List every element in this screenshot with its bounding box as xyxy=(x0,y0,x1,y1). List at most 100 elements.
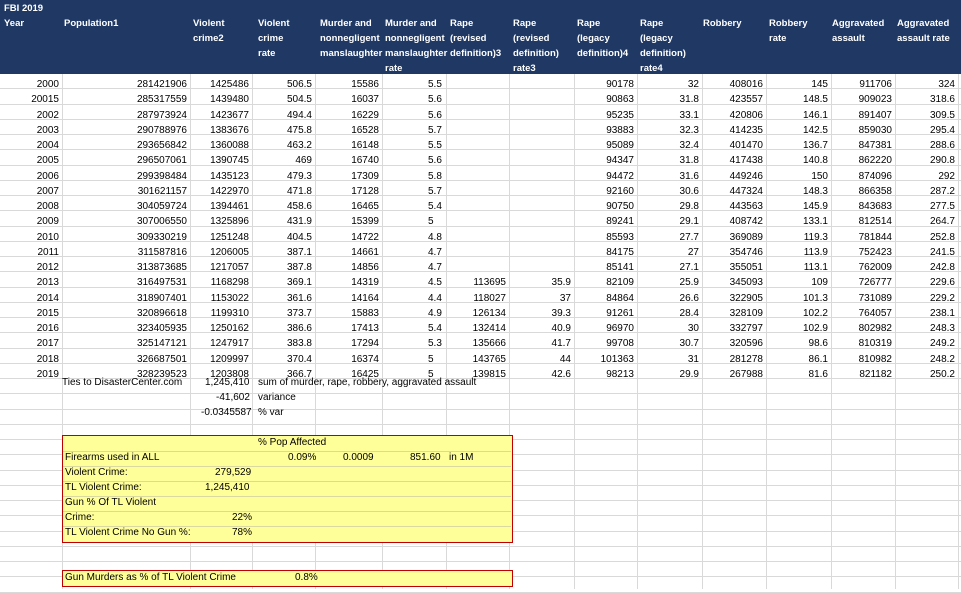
table-cell[interactable]: 479.3 xyxy=(287,169,312,185)
table-cell[interactable]: 318.6 xyxy=(930,92,955,108)
table-cell[interactable]: 731089 xyxy=(859,291,892,307)
table-cell[interactable]: 14661 xyxy=(351,245,379,261)
table-cell[interactable]: 126134 xyxy=(473,306,506,322)
table-cell[interactable]: 35.9 xyxy=(552,275,571,291)
table-cell[interactable]: 16465 xyxy=(351,199,379,215)
table-cell[interactable]: 891407 xyxy=(859,108,892,124)
table-cell[interactable]: 810982 xyxy=(859,352,892,368)
table-cell[interactable]: 4.7 xyxy=(428,245,442,261)
table-cell[interactable]: 285317559 xyxy=(137,92,187,108)
table-cell[interactable]: 2014 xyxy=(37,291,59,307)
table-cell[interactable]: 909023 xyxy=(859,92,892,108)
pop-affected-label[interactable]: % Pop Affected xyxy=(258,437,326,448)
table-cell[interactable]: 296507061 xyxy=(137,153,187,169)
table-cell[interactable]: 5 xyxy=(428,352,434,368)
table-cell[interactable]: 2011 xyxy=(37,245,59,261)
variance-value[interactable]: -41,602 xyxy=(216,392,250,403)
column-header[interactable]: Murder and nonnegligent manslaughter xyxy=(320,16,382,61)
table-cell[interactable]: 4.5 xyxy=(428,275,442,291)
table-cell[interactable]: 31.8 xyxy=(680,153,699,169)
table-cell[interactable]: 1435123 xyxy=(210,169,249,185)
table-cell[interactable]: 458.6 xyxy=(287,199,312,215)
table-cell[interactable]: 16229 xyxy=(351,108,379,124)
table-cell[interactable]: 40.9 xyxy=(552,321,571,337)
table-cell[interactable]: 118027 xyxy=(473,291,506,307)
table-cell[interactable]: 781844 xyxy=(859,230,892,246)
table-cell[interactable]: 290788976 xyxy=(137,123,187,139)
table-cell[interactable]: 229.6 xyxy=(930,275,955,291)
table-cell[interactable]: 16148 xyxy=(351,138,379,154)
pct-pop-value[interactable]: 0.09% xyxy=(288,452,316,463)
table-cell[interactable]: 1247917 xyxy=(210,336,249,352)
table-cell[interactable]: 295.4 xyxy=(930,123,955,139)
table-cell[interactable]: 309.5 xyxy=(930,108,955,124)
table-cell[interactable]: 267988 xyxy=(730,367,763,383)
table-cell[interactable]: 16374 xyxy=(351,352,379,368)
table-cell[interactable]: 14722 xyxy=(351,230,379,246)
table-cell[interactable]: 2016 xyxy=(37,321,59,337)
table-cell[interactable]: 145 xyxy=(811,77,828,93)
table-cell[interactable]: 2000 xyxy=(37,77,59,93)
table-cell[interactable]: 148.5 xyxy=(803,92,828,108)
table-cell[interactable]: 150 xyxy=(811,169,828,185)
table-cell[interactable]: 17294 xyxy=(351,336,379,352)
table-cell[interactable]: 316497531 xyxy=(137,275,187,291)
table-cell[interactable]: 229.2 xyxy=(930,291,955,307)
table-cell[interactable]: 1325896 xyxy=(210,214,249,230)
table-cell[interactable]: 475.8 xyxy=(287,123,312,139)
table-cell[interactable]: 847381 xyxy=(859,138,892,154)
table-cell[interactable]: 2017 xyxy=(37,336,59,352)
table-cell[interactable]: 16528 xyxy=(351,123,379,139)
table-cell[interactable]: 320596 xyxy=(730,336,763,352)
table-cell[interactable]: 299398484 xyxy=(137,169,187,185)
table-cell[interactable]: 504.5 xyxy=(287,92,312,108)
column-header[interactable]: Aggravated assault xyxy=(832,16,884,46)
table-cell[interactable]: 414235 xyxy=(730,123,763,139)
table-cell[interactable]: 1153022 xyxy=(211,291,249,307)
table-cell[interactable]: 301621157 xyxy=(138,184,187,200)
table-cell[interactable]: 133.1 xyxy=(803,214,828,230)
table-cell[interactable]: 2005 xyxy=(37,153,59,169)
table-cell[interactable]: 101363 xyxy=(601,352,634,368)
table-cell[interactable]: 354746 xyxy=(730,245,763,261)
table-cell[interactable]: 287.2 xyxy=(930,184,955,200)
table-cell[interactable]: 417438 xyxy=(730,153,763,169)
table-cell[interactable]: 1168298 xyxy=(211,275,249,291)
table-cell[interactable]: 323405935 xyxy=(137,321,187,337)
table-cell[interactable]: 309330219 xyxy=(137,230,187,246)
per-million-unit[interactable]: in 1M xyxy=(449,452,473,463)
table-cell[interactable]: 866358 xyxy=(859,184,892,200)
column-header[interactable]: Rape (legacy definition) rate4 xyxy=(640,16,686,76)
column-header[interactable]: Rape (revised definition) rate3 xyxy=(513,16,559,76)
table-cell[interactable]: 33.1 xyxy=(680,108,699,124)
ratio-value[interactable]: 0.0009 xyxy=(343,452,374,463)
table-cell[interactable]: 1394461 xyxy=(210,199,249,215)
table-cell[interactable]: 95089 xyxy=(606,138,634,154)
table-cell[interactable]: 386.6 xyxy=(287,321,312,337)
table-cell[interactable]: 293656842 xyxy=(137,138,187,154)
table-cell[interactable]: 2015 xyxy=(37,306,59,322)
table-cell[interactable]: 443563 xyxy=(730,199,763,215)
table-cell[interactable]: 387.8 xyxy=(287,260,312,276)
column-header[interactable]: Rape (legacy definition)4 xyxy=(577,16,628,61)
pct-var-value[interactable]: -0.0345587 xyxy=(201,407,252,418)
table-cell[interactable]: 1422970 xyxy=(210,184,249,200)
table-cell[interactable]: 1423677 xyxy=(210,108,249,124)
table-cell[interactable]: 140.8 xyxy=(803,153,828,169)
violent-crime-value[interactable]: 279,529 xyxy=(215,467,251,478)
table-cell[interactable]: 29.8 xyxy=(680,199,699,215)
table-cell[interactable]: 1439480 xyxy=(210,92,249,108)
table-cell[interactable]: 287973924 xyxy=(137,108,187,124)
table-cell[interactable]: 250.2 xyxy=(930,367,955,383)
table-cell[interactable]: 355051 xyxy=(730,260,763,276)
table-cell[interactable]: 15586 xyxy=(351,77,379,93)
table-cell[interactable]: 14856 xyxy=(351,260,379,276)
table-cell[interactable]: 2006 xyxy=(37,169,59,185)
table-cell[interactable]: 5.7 xyxy=(428,184,442,200)
table-cell[interactable]: 146.1 xyxy=(803,108,828,124)
table-cell[interactable]: 288.6 xyxy=(930,138,955,154)
pct-var-label[interactable]: % var xyxy=(258,407,284,418)
table-cell[interactable]: 252.8 xyxy=(930,230,955,246)
table-cell[interactable]: 408742 xyxy=(730,214,763,230)
table-cell[interactable]: 802982 xyxy=(859,321,892,337)
